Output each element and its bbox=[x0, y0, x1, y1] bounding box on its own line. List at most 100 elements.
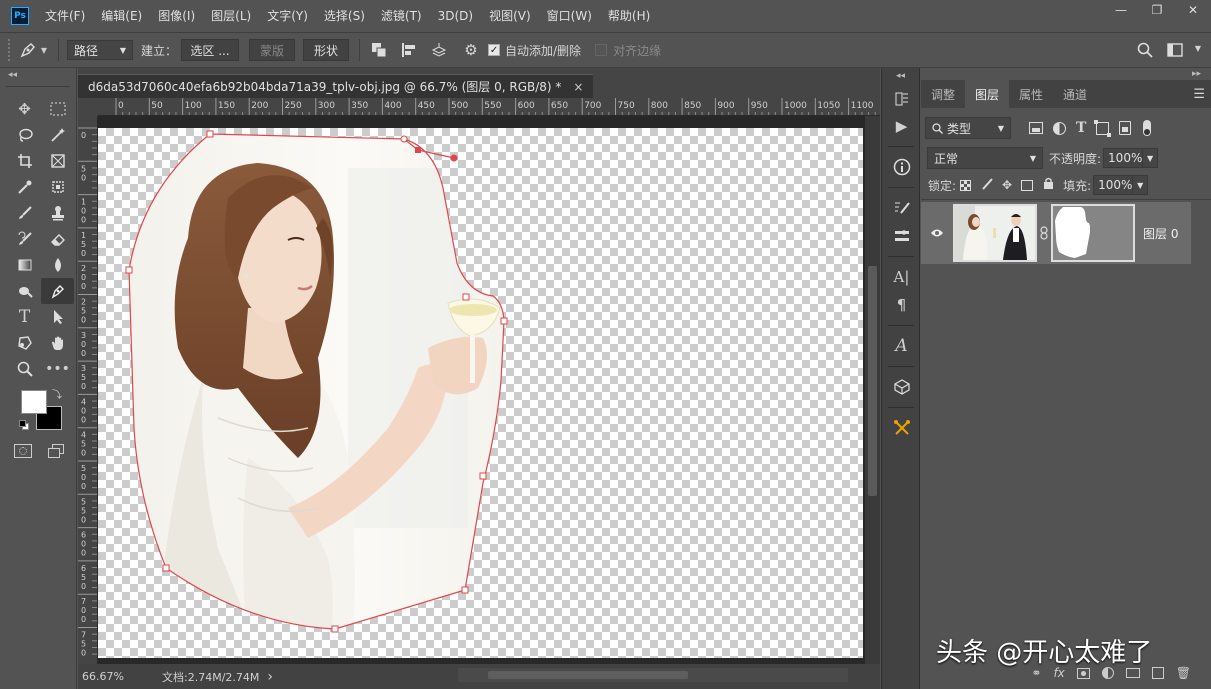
eye-icon[interactable] bbox=[921, 228, 953, 238]
lock-position-icon[interactable]: ✥ bbox=[1002, 178, 1012, 192]
menu-file[interactable]: 文件(F) bbox=[37, 0, 93, 32]
make-selection-button[interactable]: 选区 ... bbox=[181, 39, 240, 61]
pen-tool-preset-icon[interactable]: ▼ bbox=[14, 41, 52, 59]
marquee-tool-icon[interactable] bbox=[41, 96, 74, 122]
make-mask-button[interactable]: 蒙版 bbox=[249, 39, 296, 61]
new-group-icon[interactable] bbox=[1125, 668, 1140, 678]
magic-wand-icon[interactable] bbox=[41, 122, 74, 148]
lock-transparent-icon[interactable] bbox=[960, 179, 972, 191]
path-operations-icon[interactable] bbox=[366, 39, 392, 61]
lock-artboard-icon[interactable] bbox=[1021, 179, 1034, 191]
eraser-icon[interactable] bbox=[41, 226, 74, 252]
path-selection-icon[interactable] bbox=[41, 304, 74, 330]
layer-filter-type-select[interactable]: 类型 ▼ bbox=[925, 117, 1011, 139]
auto-add-delete-checkbox[interactable]: ✓ bbox=[488, 44, 501, 56]
info-icon[interactable] bbox=[882, 153, 921, 181]
gradient-icon[interactable] bbox=[8, 252, 41, 278]
panel-menu-icon[interactable]: ☰ bbox=[1193, 80, 1205, 108]
layer-thumbnail[interactable] bbox=[953, 204, 1037, 262]
foreground-color-swatch[interactable] bbox=[21, 390, 47, 414]
minimize-button[interactable]: — bbox=[1103, 0, 1139, 20]
menu-help[interactable]: 帮助(H) bbox=[600, 0, 658, 32]
layer-name[interactable]: 图层 0 bbox=[1143, 225, 1178, 242]
3d-panel-icon[interactable] bbox=[882, 373, 921, 401]
vertical-scrollbar[interactable] bbox=[865, 116, 880, 664]
make-shape-button[interactable]: 形状 bbox=[303, 39, 350, 61]
pen-tool-icon[interactable] bbox=[41, 278, 74, 304]
move-tool-icon[interactable]: ✥ bbox=[8, 96, 41, 122]
vertical-scroll-thumb[interactable] bbox=[868, 266, 877, 496]
brush-presets-icon[interactable] bbox=[882, 222, 921, 250]
spot-healing-icon[interactable] bbox=[41, 174, 74, 200]
document-tab[interactable]: d6da53d7060c40efa6b92b04bda71a39_tplv-ob… bbox=[78, 74, 594, 98]
workspace-icon[interactable] bbox=[1161, 40, 1189, 60]
menu-window[interactable]: 窗口(W) bbox=[539, 0, 600, 32]
menu-edit[interactable]: 编辑(E) bbox=[93, 0, 150, 32]
zoom-level[interactable]: 66.67% bbox=[78, 670, 148, 683]
history-panel-icon[interactable] bbox=[882, 84, 921, 112]
paragraph-panel-icon[interactable]: ¶ bbox=[882, 291, 921, 319]
lock-pixels-icon[interactable] bbox=[981, 177, 994, 193]
canvas-area[interactable] bbox=[98, 116, 865, 664]
type-tool-icon[interactable]: T bbox=[8, 304, 41, 330]
tab-layers[interactable]: 图层 bbox=[965, 80, 1010, 108]
menu-3d[interactable]: 3D(D) bbox=[430, 0, 481, 32]
filter-toggle-icon[interactable] bbox=[1143, 120, 1152, 136]
panel-collapse-icon[interactable]: ▸▸ bbox=[1192, 69, 1201, 79]
default-colors-icon[interactable] bbox=[19, 420, 29, 430]
fill-dropdown[interactable]: ▼ bbox=[1132, 175, 1149, 195]
close-button[interactable]: ✕ bbox=[1175, 0, 1211, 20]
tools-collapse-icon[interactable]: ◂◂ bbox=[8, 70, 17, 80]
swap-colors-icon[interactable]: ⤵ bbox=[52, 386, 62, 401]
align-edges-checkbox[interactable] bbox=[595, 44, 608, 56]
dodge-tool-icon[interactable] bbox=[8, 278, 41, 304]
opacity-input[interactable]: 100% bbox=[1103, 148, 1144, 168]
character-panel-icon[interactable]: A| bbox=[882, 263, 921, 291]
vector-mask-thumbnail[interactable] bbox=[1051, 204, 1135, 262]
tab-channels[interactable]: 通道 bbox=[1053, 80, 1097, 108]
quick-mask-icon[interactable] bbox=[14, 444, 32, 458]
crop-tool-icon[interactable] bbox=[8, 148, 41, 174]
filter-shape-icon[interactable] bbox=[1094, 119, 1112, 137]
hand-tool-icon[interactable] bbox=[41, 330, 74, 356]
menu-select[interactable]: 选择(S) bbox=[316, 0, 373, 32]
eyedropper-icon[interactable] bbox=[8, 174, 41, 200]
pen-mode-select[interactable]: 路径 ▼ bbox=[67, 40, 133, 60]
filter-adjustment-icon[interactable] bbox=[1053, 121, 1066, 135]
photoshop-logo[interactable]: Ps bbox=[11, 7, 29, 25]
tab-adjustments[interactable]: 调整 bbox=[921, 80, 965, 108]
chain-link-icon[interactable] bbox=[1037, 226, 1051, 240]
horizontal-scrollbar[interactable] bbox=[458, 668, 848, 682]
path-alignment-icon[interactable] bbox=[396, 39, 422, 61]
shape-tool-icon[interactable] bbox=[8, 330, 41, 356]
tab-properties[interactable]: 属性 bbox=[1009, 80, 1053, 108]
add-mask-icon[interactable] bbox=[1076, 667, 1090, 679]
frame-tool-icon[interactable] bbox=[41, 148, 74, 174]
lock-all-icon[interactable] bbox=[1043, 177, 1054, 193]
vertical-ruler[interactable]: 0501001502002503003504004505005506006507… bbox=[78, 116, 98, 664]
filter-smart-object-icon[interactable] bbox=[1119, 121, 1132, 135]
tool-presets-icon[interactable] bbox=[882, 414, 921, 442]
menu-view[interactable]: 视图(V) bbox=[481, 0, 539, 32]
chevron-down-icon[interactable]: ▼ bbox=[1195, 44, 1201, 53]
close-tab-icon[interactable]: × bbox=[573, 80, 583, 94]
gear-icon[interactable]: ⚙ bbox=[458, 39, 484, 61]
blend-mode-select[interactable]: 正常 ▼ bbox=[927, 147, 1043, 169]
restore-button[interactable]: ❐ bbox=[1139, 0, 1175, 20]
history-brush-icon[interactable] bbox=[8, 226, 41, 252]
blur-tool-icon[interactable] bbox=[41, 252, 74, 278]
menu-filter[interactable]: 滤镜(T) bbox=[373, 0, 430, 32]
transparent-canvas[interactable] bbox=[98, 128, 863, 658]
zoom-tool-icon[interactable] bbox=[8, 356, 41, 382]
screen-mode-icon[interactable] bbox=[48, 444, 66, 458]
layer-row[interactable]: 图层 0 bbox=[921, 202, 1191, 264]
menu-image[interactable]: 图像(I) bbox=[150, 0, 203, 32]
menu-layer[interactable]: 图层(L) bbox=[203, 0, 259, 32]
lasso-tool-icon[interactable] bbox=[8, 122, 41, 148]
stamp-tool-icon[interactable] bbox=[41, 200, 74, 226]
actions-play-icon[interactable]: ▶ bbox=[882, 112, 921, 140]
brush-tool-icon[interactable] bbox=[8, 200, 41, 226]
filter-pixel-icon[interactable] bbox=[1029, 122, 1043, 134]
path-arrangement-icon[interactable] bbox=[426, 39, 452, 61]
strip-collapse-icon[interactable]: ◂◂ bbox=[882, 68, 919, 84]
